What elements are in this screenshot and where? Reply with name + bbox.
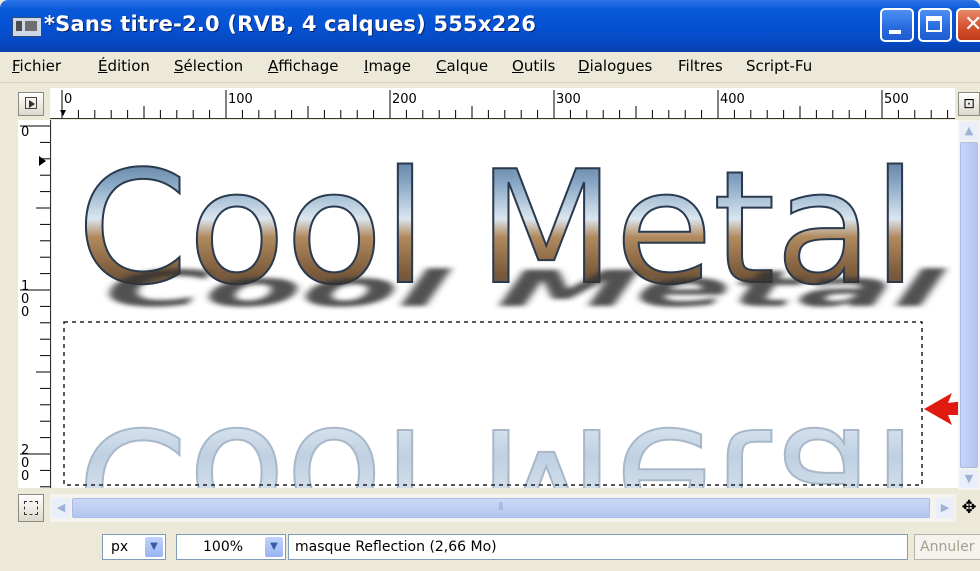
menu-label: ichier (19, 57, 62, 75)
shadow-text-layer: Cool Metal (84, 260, 958, 318)
vertical-ruler-ticks: 0 1 0 0 2 0 0 (20, 125, 50, 488)
ruler-label: 400 (720, 92, 745, 107)
ruler-pointer (39, 156, 46, 166)
zoom-icon[interactable]: ⊡ (958, 92, 980, 116)
status-message: masque Reflection (2,66 Mo) (288, 534, 908, 560)
menu-mnemonic: A (268, 57, 279, 75)
ruler-label: 0 (64, 92, 72, 107)
menu-fichier[interactable]: Fichier (12, 57, 61, 75)
menu-label: utils (523, 57, 556, 75)
menu-label: ffichage (278, 57, 339, 75)
ruler-label: 300 (556, 92, 581, 107)
reflection-text-layer: Cool Metal (77, 393, 917, 488)
vertical-ruler: 0 100 200 (18, 120, 51, 488)
chevron-down-icon[interactable]: ▼ (265, 537, 283, 557)
ruler-label: 500 (884, 92, 909, 107)
status-bar: px ▼ 100% ▼ masque Reflection (2,66 Mo) … (0, 526, 980, 571)
menu-script-fu[interactable]: Script-Fu (746, 57, 812, 75)
maximize-button[interactable] (918, 8, 952, 42)
zoom-select[interactable]: 100% ▼ (176, 534, 286, 560)
menu-mnemonic: C (436, 57, 447, 75)
quick-mask-icon[interactable] (18, 494, 44, 522)
ruler-label: 100 (228, 92, 253, 107)
ruler-label: 200 (21, 443, 29, 484)
move-icon[interactable]: ✥ (958, 496, 980, 520)
menu-edition[interactable]: Édition (98, 57, 150, 75)
cancel-button[interactable]: Annuler (914, 534, 980, 560)
menu-dialogues[interactable]: Dialogues (578, 57, 652, 75)
ruler-pointer (60, 110, 66, 116)
menu-mnemonic: O (512, 57, 524, 75)
unit-value: px (111, 539, 129, 555)
menu-bar: Fichier Édition Sélection Affichage Imag… (0, 52, 980, 83)
menu-affichage[interactable]: Affichage (268, 57, 338, 75)
menu-image[interactable]: Image (364, 57, 411, 75)
menu-selection[interactable]: Sélection (174, 57, 243, 75)
close-button[interactable] (956, 8, 980, 42)
unit-select[interactable]: px ▼ (102, 534, 166, 560)
scroll-right-icon[interactable]: ▶ (936, 498, 954, 518)
menu-filtres[interactable]: Filtres (678, 57, 723, 75)
window-titlebar: *Sans titre-2.0 (RVB, 4 calques) 555x226 (0, 0, 980, 52)
menu-label: ialogues (589, 57, 653, 75)
scroll-up-icon[interactable]: ▲ (960, 122, 978, 140)
ruler-label: 0 (21, 125, 29, 140)
zoom-value: 100% (203, 539, 244, 555)
image-canvas[interactable]: Cool Metal Cool Metal Cool Metal (52, 120, 958, 488)
menu-label: dition (107, 57, 150, 75)
menu-calque[interactable]: Calque (436, 57, 488, 75)
menu-label: Script-Fu (746, 57, 813, 75)
menu-outils[interactable]: Outils (512, 57, 555, 75)
ruler-label: 200 (392, 92, 417, 107)
vertical-scrollbar[interactable]: ▲ ▼ (958, 120, 980, 490)
gimp-image-icon[interactable] (12, 17, 42, 37)
minimize-button[interactable] (880, 8, 914, 42)
horizontal-scroll-thumb[interactable]: ⦀ (72, 498, 930, 518)
menu-mnemonic: D (578, 57, 590, 75)
menu-label: élection (183, 57, 244, 75)
menu-label: Filtres (678, 57, 723, 75)
horizontal-scrollbar[interactable]: ◀ ⦀ ▶ (50, 494, 956, 522)
menu-mnemonic: S (174, 57, 184, 75)
vertical-scroll-thumb[interactable] (960, 142, 978, 468)
scroll-down-icon[interactable]: ▼ (960, 470, 978, 488)
scroll-left-icon[interactable]: ◀ (52, 498, 70, 518)
chevron-down-icon[interactable]: ▼ (145, 537, 163, 557)
horizontal-ruler-ticks: 0 100 200 300 400 500 (60, 90, 949, 118)
menu-label: mage (368, 57, 411, 75)
ruler-label: 100 (21, 279, 29, 320)
canvas-artwork: Cool Metal Cool Metal Cool Metal (63, 136, 958, 488)
window-title: *Sans titre-2.0 (RVB, 4 calques) 555x226 (44, 12, 537, 36)
horizontal-ruler: 0 100 200 300 400 500 (50, 88, 955, 119)
menu-mnemonic: F (12, 57, 20, 75)
navigate-icon[interactable] (18, 92, 44, 116)
menu-label: alque (446, 57, 489, 75)
